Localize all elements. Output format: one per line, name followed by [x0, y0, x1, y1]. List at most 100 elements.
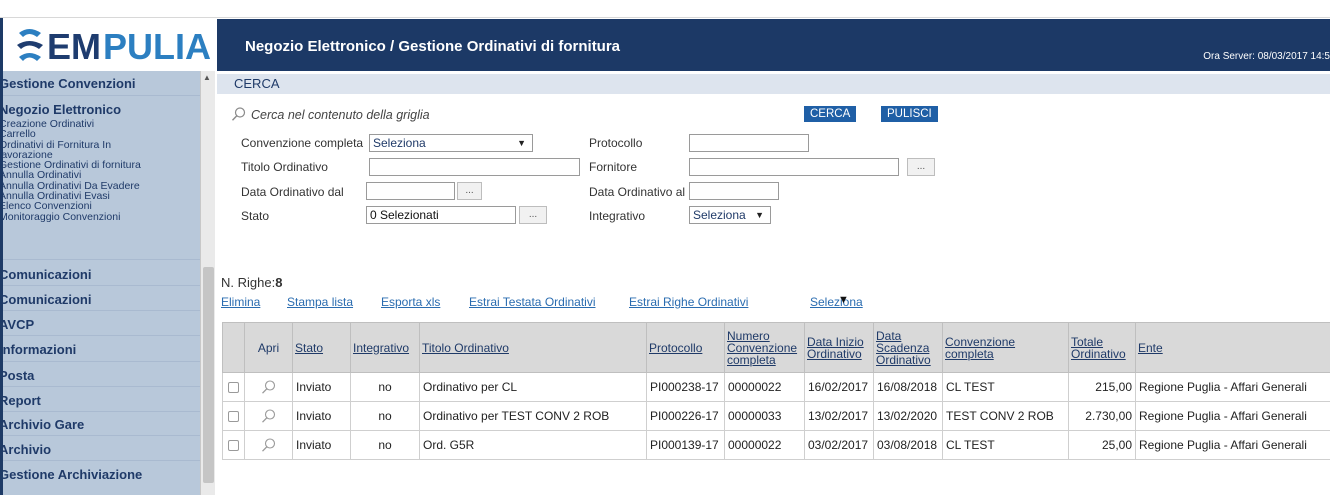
fornitore-picker-button[interactable]: ...: [907, 158, 935, 176]
row-count-label: N. Righe:: [221, 275, 276, 290]
pulisci-button[interactable]: PULISCI: [881, 106, 938, 122]
cell-totale: 2.730,00: [1068, 401, 1136, 431]
header-numero-convenzione[interactable]: Numero Convenzione completa: [724, 322, 805, 373]
stampa-lista-link[interactable]: Stampa lista: [287, 295, 353, 309]
table-row[interactable]: Inviato no Ordinativo per CL PI000238-17…: [222, 372, 1330, 402]
cell-convenzione: CL TEST: [942, 430, 1069, 460]
esporta-xls-link[interactable]: Esporta xls: [381, 295, 440, 309]
titolo-input[interactable]: [369, 158, 580, 176]
cell-inizio: 03/02/2017: [804, 430, 874, 460]
fornitore-input[interactable]: [689, 158, 899, 176]
cell-titolo: Ordinativo per CL: [419, 372, 647, 402]
scrollbar-thumb[interactable]: [203, 267, 214, 483]
cell-totale: 215,00: [1068, 372, 1136, 402]
browser-chrome: [0, 0, 1330, 18]
data-dal-picker-button[interactable]: ...: [457, 182, 482, 200]
header-select: [222, 322, 245, 373]
seleziona-caret-icon[interactable]: ▼: [838, 294, 849, 306]
sidebar-section-archivio[interactable]: Archivio: [3, 442, 51, 457]
header-data-scadenza[interactable]: Data Scadenza Ordinativo: [873, 322, 943, 373]
sidebar-section-comunicazioni-1[interactable]: Comunicazioni: [3, 267, 91, 282]
protocollo-input[interactable]: [689, 134, 809, 152]
integrativo-select[interactable]: Seleziona ▼: [689, 206, 771, 224]
cell-integrativo: no: [350, 401, 420, 431]
header-stato[interactable]: Stato: [292, 322, 351, 373]
cell-ente: Regione Puglia - Affari Generali: [1135, 372, 1330, 402]
row-checkbox-cell: [222, 372, 245, 402]
stato-input[interactable]: 0 Selezionati: [366, 206, 516, 224]
cell-numero: 00000022: [724, 372, 805, 402]
table-row[interactable]: Inviato no Ord. G5R PI000139-17 00000022…: [222, 430, 1330, 460]
cell-scadenza: 13/02/2020: [873, 401, 943, 431]
header-convenzione[interactable]: Convenzione completa: [942, 322, 1069, 373]
server-time: Ora Server: 08/03/2017 14:5: [1203, 51, 1330, 62]
protocollo-label: Protocollo: [589, 136, 643, 150]
open-cell: [244, 372, 293, 402]
sidebar-scrollbar[interactable]: ▲: [200, 71, 215, 495]
row-count-value: 8: [275, 275, 283, 290]
cell-ente: Regione Puglia - Affari Generali: [1135, 430, 1330, 460]
search-icon: [231, 107, 246, 121]
elimina-link[interactable]: Elimina: [221, 295, 260, 309]
row-checkbox[interactable]: [228, 440, 239, 452]
scroll-up-arrow-icon[interactable]: ▲: [203, 73, 211, 82]
cell-titolo: Ord. G5R: [419, 430, 647, 460]
table-row[interactable]: Inviato no Ordinativo per TEST CONV 2 RO…: [222, 401, 1330, 431]
cell-stato: Inviato: [292, 372, 351, 402]
sidebar-section-posta[interactable]: Posta: [3, 368, 34, 383]
results-table: Apri Stato Integrativo Titolo Ordinativo…: [222, 322, 1330, 460]
integrativo-label: Integrativo: [589, 209, 646, 223]
header-data-inizio[interactable]: Data Inizio Ordinativo: [804, 322, 874, 373]
cell-inizio: 16/02/2017: [804, 372, 874, 402]
sidebar-section-gestione-archiviazione[interactable]: Gestione Archiviazione: [3, 467, 142, 482]
cell-integrativo: no: [350, 430, 420, 460]
header-protocollo[interactable]: Protocollo: [646, 322, 725, 373]
grid-search-label[interactable]: Cerca nel contenuto della griglia: [251, 108, 430, 122]
sidebar-section-avcp[interactable]: AVCP: [3, 317, 34, 332]
open-record-icon[interactable]: [261, 379, 277, 395]
sidebar-section-informazioni[interactable]: Informazioni: [3, 342, 76, 357]
search-section-header: CERCA: [217, 74, 1330, 94]
sidebar: Gestione Convenzioni Negozio Elettronico…: [3, 71, 200, 495]
cerca-button[interactable]: CERCA: [804, 106, 857, 122]
cell-scadenza: 03/08/2018: [873, 430, 943, 460]
sidebar-item-monitoraggio-convenzioni[interactable]: Monitoraggio Convenzioni: [3, 211, 141, 222]
cell-convenzione: TEST CONV 2 ROB: [942, 401, 1069, 431]
row-checkbox-cell: [222, 430, 245, 460]
titolo-label: Titolo Ordinativo: [241, 160, 328, 174]
sidebar-section-negozio-elettronico[interactable]: Negozio Elettronico: [3, 102, 121, 117]
estrai-testata-link[interactable]: Estrai Testata Ordinativi: [469, 295, 596, 309]
row-count: N. Righe:8: [221, 275, 282, 290]
sidebar-section-archivio-gare[interactable]: Archivio Gare: [3, 417, 84, 432]
open-record-icon[interactable]: [261, 437, 277, 453]
dropdown-arrow-icon: ▼: [755, 210, 764, 220]
logo-text-em: EM: [47, 26, 101, 67]
open-cell: [244, 430, 293, 460]
header-totale[interactable]: Totale Ordinativo: [1068, 322, 1136, 373]
seleziona-link[interactable]: Seleziona: [810, 295, 863, 309]
main-content: CERCA Cerca nel contenuto della griglia …: [217, 71, 1330, 495]
header-ente[interactable]: Ente: [1135, 322, 1330, 373]
header-bar: Negozio Elettronico / Gestione Ordinativ…: [217, 19, 1330, 71]
stato-label: Stato: [241, 209, 270, 223]
search-section-title: CERCA: [234, 76, 280, 91]
open-record-icon[interactable]: [261, 408, 277, 424]
estrai-righe-link[interactable]: Estrai Righe Ordinativi: [629, 295, 748, 309]
row-checkbox[interactable]: [228, 411, 239, 423]
sidebar-section-gestione-convenzioni[interactable]: Gestione Convenzioni: [3, 76, 136, 91]
logo[interactable]: EM PULIA: [3, 19, 217, 71]
cell-inizio: 13/02/2017: [804, 401, 874, 431]
stato-picker-button[interactable]: ...: [519, 206, 547, 224]
data-al-input[interactable]: [689, 182, 779, 200]
row-checkbox-cell: [222, 401, 245, 431]
cell-integrativo: no: [350, 372, 420, 402]
header-titolo[interactable]: Titolo Ordinativo: [419, 322, 647, 373]
cell-protocollo: PI000238-17: [646, 372, 725, 402]
convenzione-select[interactable]: Seleziona ▼: [369, 134, 533, 152]
cell-stato: Inviato: [292, 430, 351, 460]
row-checkbox[interactable]: [228, 382, 239, 394]
sidebar-section-comunicazioni-2[interactable]: Comunicazioni: [3, 292, 91, 307]
sidebar-section-report[interactable]: Report: [3, 393, 41, 408]
header-integrativo[interactable]: Integrativo: [350, 322, 420, 373]
data-dal-input[interactable]: [366, 182, 455, 200]
